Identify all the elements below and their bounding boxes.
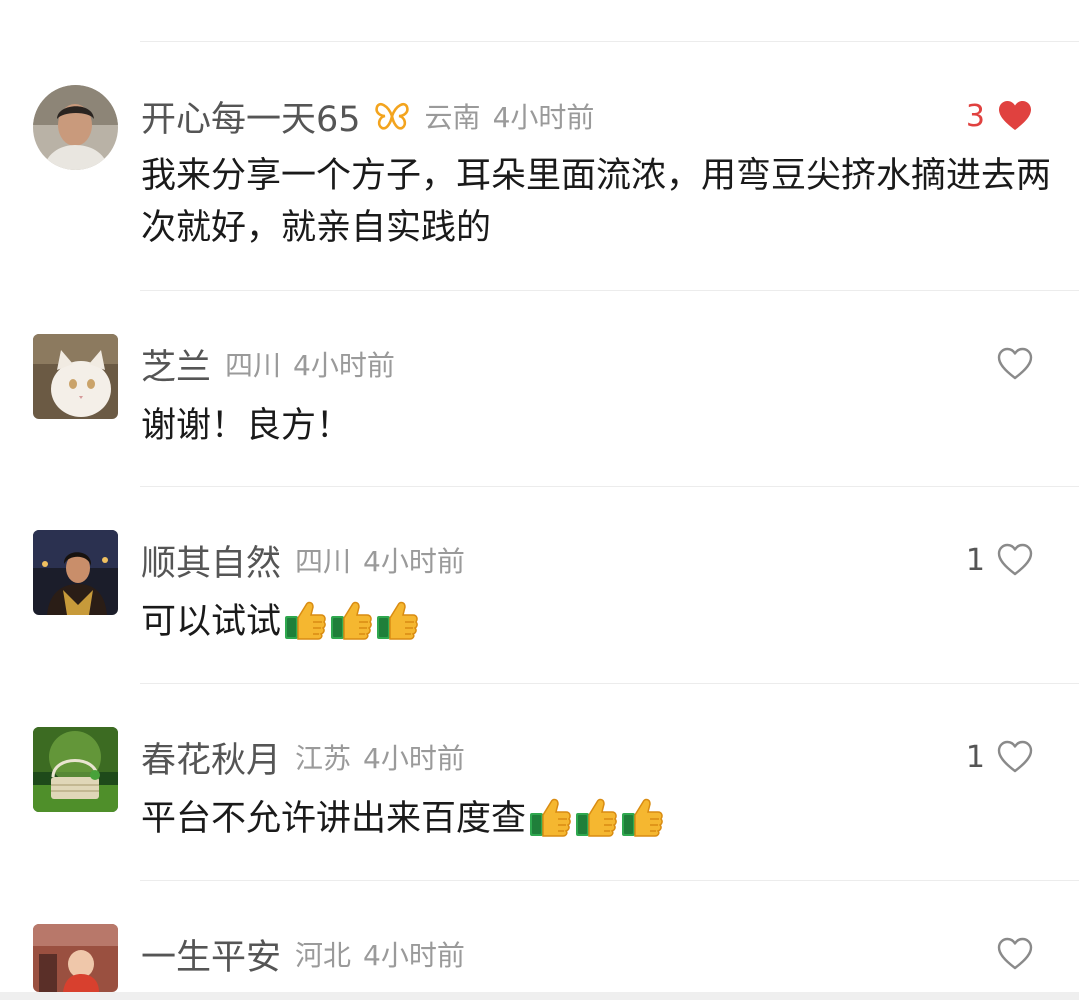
comment-text-content: 我来分享一个方子，耳朵里面流浓，用弯豆尖挤水摘进去两次就好，就亲自实践的: [141, 156, 1052, 248]
comment-meta: 一生平安 河北 4小时前: [141, 932, 465, 978]
heart-outline-icon[interactable]: [997, 740, 1033, 774]
avatar[interactable]: [33, 334, 118, 419]
comment-text-content: 可以试试: [141, 602, 282, 642]
thumbs-up-icon: [283, 599, 327, 641]
comment-text-content: 谢谢！良方！: [141, 406, 352, 446]
username[interactable]: 顺其自然: [141, 535, 281, 586]
like-count: 1: [965, 542, 985, 578]
username[interactable]: 春花秋月: [141, 732, 281, 783]
divider: [140, 683, 1079, 684]
username[interactable]: 一生平安: [141, 929, 281, 980]
like-count: 3: [965, 98, 985, 134]
avatar[interactable]: [33, 530, 118, 615]
comment-meta: 春花秋月 江苏 4小时前: [141, 735, 465, 781]
like-count: 1: [965, 739, 985, 775]
comment-text: 谢谢！良方！: [141, 400, 1051, 452]
comment-meta: 顺其自然 四川 4小时前: [141, 538, 465, 584]
thumbs-up-icon: [574, 796, 618, 838]
thumbs-up-icon: [528, 796, 572, 838]
comment-text: 平台不允许讲出来百度查: [141, 793, 1051, 845]
comment-meta: 芝兰 四川 4小时前: [141, 342, 395, 388]
divider: [140, 880, 1079, 881]
like-button[interactable]: 1: [966, 538, 1033, 582]
divider: [140, 486, 1079, 487]
location: 河北: [295, 939, 352, 972]
timestamp: 4小时前: [363, 742, 465, 775]
avatar[interactable]: [33, 924, 118, 992]
timestamp: 4小时前: [363, 939, 465, 972]
location: 云南: [424, 101, 481, 134]
like-button[interactable]: 3: [966, 94, 1033, 138]
location: 江苏: [295, 742, 352, 775]
heart-outline-icon[interactable]: [997, 937, 1033, 971]
location: 四川: [225, 349, 282, 382]
username[interactable]: 芝兰: [141, 339, 211, 390]
heart-outline-icon[interactable]: [997, 543, 1033, 577]
comment-text: 可以试试: [141, 596, 1051, 648]
comment-text-content: 平台不允许讲出来百度查: [141, 799, 527, 839]
timestamp: 4小时前: [363, 545, 465, 578]
comment-text: 我来分享一个方子，耳朵里面流浓，用弯豆尖挤水摘进去两次就好，就亲自实践的: [141, 150, 1051, 254]
timestamp: 4小时前: [492, 101, 595, 134]
location: 四川: [295, 545, 352, 578]
thumbs-up-icon: [620, 796, 664, 838]
divider: [140, 290, 1079, 291]
bottom-edge: [0, 992, 1079, 1000]
thumbs-up-icon: [329, 599, 373, 641]
like-button[interactable]: 1: [966, 735, 1033, 779]
username[interactable]: 开心每一天65: [141, 91, 361, 142]
heart-filled-icon[interactable]: [997, 99, 1033, 133]
like-button[interactable]: [997, 342, 1033, 386]
butterfly-badge-icon: [373, 101, 411, 131]
thumbs-up-icon: [375, 599, 419, 641]
divider: [140, 41, 1079, 42]
timestamp: 4小时前: [293, 349, 395, 382]
heart-outline-icon[interactable]: [997, 347, 1033, 381]
comment-meta: 开心每一天65 云南 4小时前: [141, 94, 595, 140]
like-button[interactable]: [997, 932, 1033, 976]
avatar[interactable]: [33, 85, 118, 170]
avatar[interactable]: [33, 727, 118, 812]
